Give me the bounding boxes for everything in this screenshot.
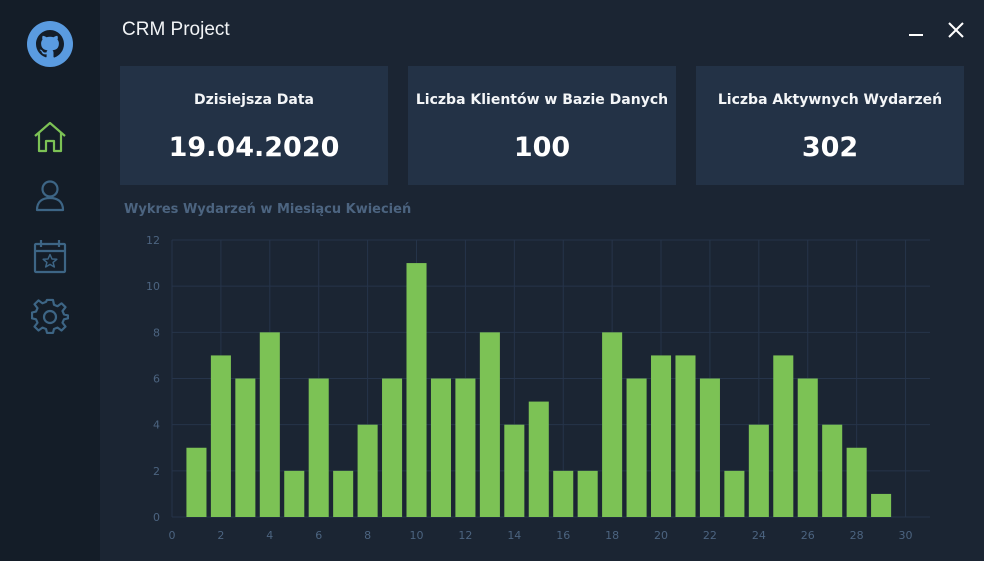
bar	[259, 332, 280, 517]
bar	[528, 401, 549, 517]
bar	[748, 424, 769, 517]
y-tick-label: 8	[153, 326, 160, 339]
y-tick-label: 6	[153, 373, 160, 386]
bar	[406, 263, 427, 517]
y-tick-label: 2	[153, 465, 160, 478]
bar	[797, 378, 818, 517]
y-tick-label: 4	[153, 419, 160, 432]
y-tick-label: 10	[146, 280, 160, 293]
bar	[773, 355, 794, 517]
bar	[626, 378, 647, 517]
x-tick-label: 16	[556, 529, 570, 542]
x-tick-label: 26	[801, 529, 815, 542]
x-tick-label: 20	[654, 529, 668, 542]
bar	[577, 470, 598, 517]
bar	[382, 378, 403, 517]
bar	[357, 424, 378, 517]
bar	[308, 378, 329, 517]
x-tick-label: 18	[605, 529, 619, 542]
x-tick-label: 6	[315, 529, 322, 542]
x-tick-label: 10	[410, 529, 424, 542]
bar	[699, 378, 720, 517]
bar	[333, 470, 354, 517]
bar	[651, 355, 672, 517]
y-tick-label: 12	[146, 234, 160, 247]
bar	[235, 378, 256, 517]
bar	[846, 447, 867, 517]
x-tick-label: 0	[169, 529, 176, 542]
y-tick-label: 0	[153, 511, 160, 524]
x-tick-label: 4	[266, 529, 273, 542]
bar	[724, 470, 745, 517]
bar	[479, 332, 500, 517]
x-tick-label: 12	[458, 529, 472, 542]
bar	[284, 470, 305, 517]
x-tick-label: 14	[507, 529, 521, 542]
x-tick-label: 8	[364, 529, 371, 542]
bar	[430, 378, 451, 517]
bar	[455, 378, 476, 517]
events-bar-chart: 0246810120 2 4 6 8 10 12 14 16 18 20 22 24 26 28 30	[146, 234, 930, 542]
bar	[210, 355, 231, 517]
bar	[822, 424, 843, 517]
bar	[675, 355, 696, 517]
bar	[186, 447, 207, 517]
x-tick-label: 22	[703, 529, 717, 542]
x-tick-label: 24	[752, 529, 766, 542]
x-tick-label: 2	[217, 529, 224, 542]
bar	[602, 332, 623, 517]
bar	[504, 424, 525, 517]
bar	[871, 493, 892, 517]
bar	[553, 470, 574, 517]
x-tick-label: 28	[850, 529, 864, 542]
x-tick-label: 30	[899, 529, 913, 542]
